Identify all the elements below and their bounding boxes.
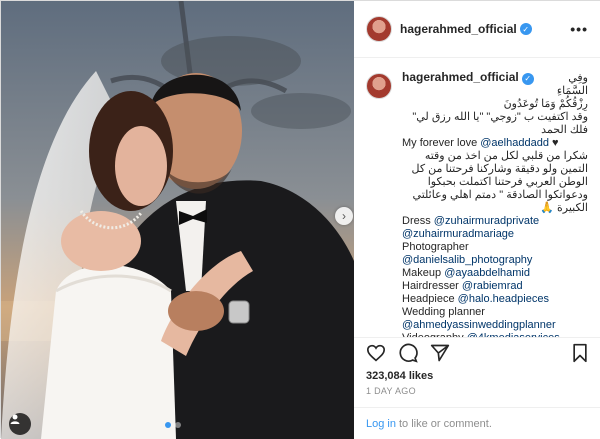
caption-line: My forever love @aelhaddadd ♥ (402, 137, 588, 150)
login-link[interactable]: Log in (366, 418, 396, 430)
post-photo[interactable]: › (1, 1, 354, 439)
caption-first-line: وفِي السَّمَاءِ (556, 72, 588, 97)
caption-line-text: وقد اكتفيت ب "زوجي" "يا الله رزق لي" فلك… (412, 111, 588, 136)
verified-badge-icon: ✓ (519, 23, 532, 35)
caption-line: Photographer (402, 241, 588, 254)
carousel-indicator (165, 422, 181, 428)
mention-link[interactable]: @halo.headpieces (458, 293, 549, 305)
more-options-icon[interactable]: ••• (570, 21, 588, 37)
caption-line-text: رِزْقُكُمْ وَمَا تُوعَدُونَ (503, 98, 588, 110)
share-icon[interactable] (430, 343, 450, 363)
mention-link[interactable]: @zuhairmuradprivate (434, 215, 539, 227)
caption-text: hagerahmed_official ✓ وفِي السَّمَاءِ رِ… (402, 71, 588, 338)
login-prompt-text: to like or comment. (398, 417, 492, 430)
mention-link[interactable]: @aelhaddadd (480, 137, 549, 149)
post-timestamp[interactable]: 1 DAY AGO (366, 386, 416, 396)
caption-line: @ahmedyassinweddingplanner (402, 319, 588, 332)
caption-line-text: My forever love (402, 137, 478, 149)
caption-line-text: Headpiece (402, 293, 455, 305)
user-tag-icon[interactable] (9, 413, 31, 435)
carousel-dot (175, 422, 181, 428)
caption-line-text: Wedding planner (402, 306, 485, 318)
caption-line: Makeup @ayaabdelhamid (402, 267, 588, 280)
caption-line: @danielsalib_photography (402, 254, 588, 267)
caption-line-text: Hairdresser (402, 280, 459, 292)
caption-line: Wedding planner (402, 306, 588, 319)
caption: hagerahmed_official ✓ وفِي السَّمَاءِ رِ… (366, 71, 588, 337)
caption-header: hagerahmed_official ✓ وفِي السَّمَاءِ (402, 71, 588, 98)
login-prompt: Log in to like or comment. (354, 407, 600, 439)
mention-link[interactable]: @ayaabdelhamid (444, 267, 530, 279)
mention-link[interactable]: @danielsalib_photography (402, 254, 532, 266)
wedding-photo-illustration (1, 1, 354, 439)
action-bar (354, 337, 600, 367)
mention-link[interactable]: @rabiemrad (462, 280, 523, 292)
mention-link[interactable]: @zuhairmuradmariage (402, 228, 514, 240)
caption-line: وقد اكتفيت ب "زوجي" "يا الله رزق لي" فلك… (402, 111, 588, 137)
post-sidebar: hagerahmed_official ✓ ••• hagerahmed_off… (354, 1, 600, 439)
like-count[interactable]: 323,084 likes (366, 370, 433, 382)
instagram-post: › hagerahmed_official ✓ ••• hagerahmed_o… (0, 0, 600, 439)
bookmark-icon[interactable] (572, 343, 588, 363)
carousel-dot-active (165, 422, 171, 428)
caption-line: Headpiece @halo.headpieces (402, 293, 588, 306)
comment-icon[interactable] (398, 343, 418, 363)
heart-emoji: ♥ (548, 137, 559, 149)
post-header: hagerahmed_official ✓ ••• (354, 1, 600, 58)
caption-line-text: شكرا من قلبي لكل من اخذ من وقته التمين و… (411, 150, 588, 214)
avatar[interactable] (366, 16, 392, 42)
heart-icon[interactable] (366, 344, 386, 362)
caption-line: رِزْقُكُمْ وَمَا تُوعَدُونَ (402, 98, 588, 111)
caption-area[interactable]: hagerahmed_official ✓ وفِي السَّمَاءِ رِ… (354, 59, 600, 337)
caption-line: Hairdresser @rabiemrad (402, 280, 588, 293)
caption-avatar[interactable] (366, 73, 392, 99)
caption-line: Dress @zuhairmuradprivate (402, 215, 588, 228)
caption-line: @zuhairmuradmariage (402, 228, 588, 241)
caption-line: شكرا من قلبي لكل من اخذ من وقته التمين و… (402, 150, 588, 215)
next-arrow-icon[interactable]: › (335, 207, 353, 225)
caption-line-text: Makeup (402, 267, 442, 279)
caption-line-text: Dress (402, 215, 431, 227)
username[interactable]: hagerahmed_official (400, 22, 517, 36)
mention-link[interactable]: @ahmedyassinweddingplanner (402, 319, 556, 331)
caption-username[interactable]: hagerahmed_official (402, 71, 519, 84)
caption-line-text: Photographer (402, 241, 469, 253)
verified-badge-icon: ✓ (521, 72, 534, 85)
